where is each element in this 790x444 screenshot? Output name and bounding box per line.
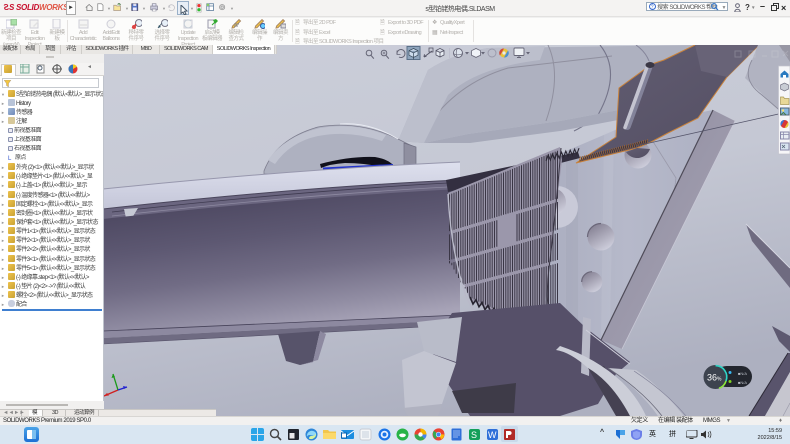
svg-text:S: S <box>471 430 477 440</box>
svg-text:■N/A: ■N/A <box>738 380 747 385</box>
svg-text:■N/A: ■N/A <box>738 371 747 376</box>
svg-text:W: W <box>488 430 497 440</box>
